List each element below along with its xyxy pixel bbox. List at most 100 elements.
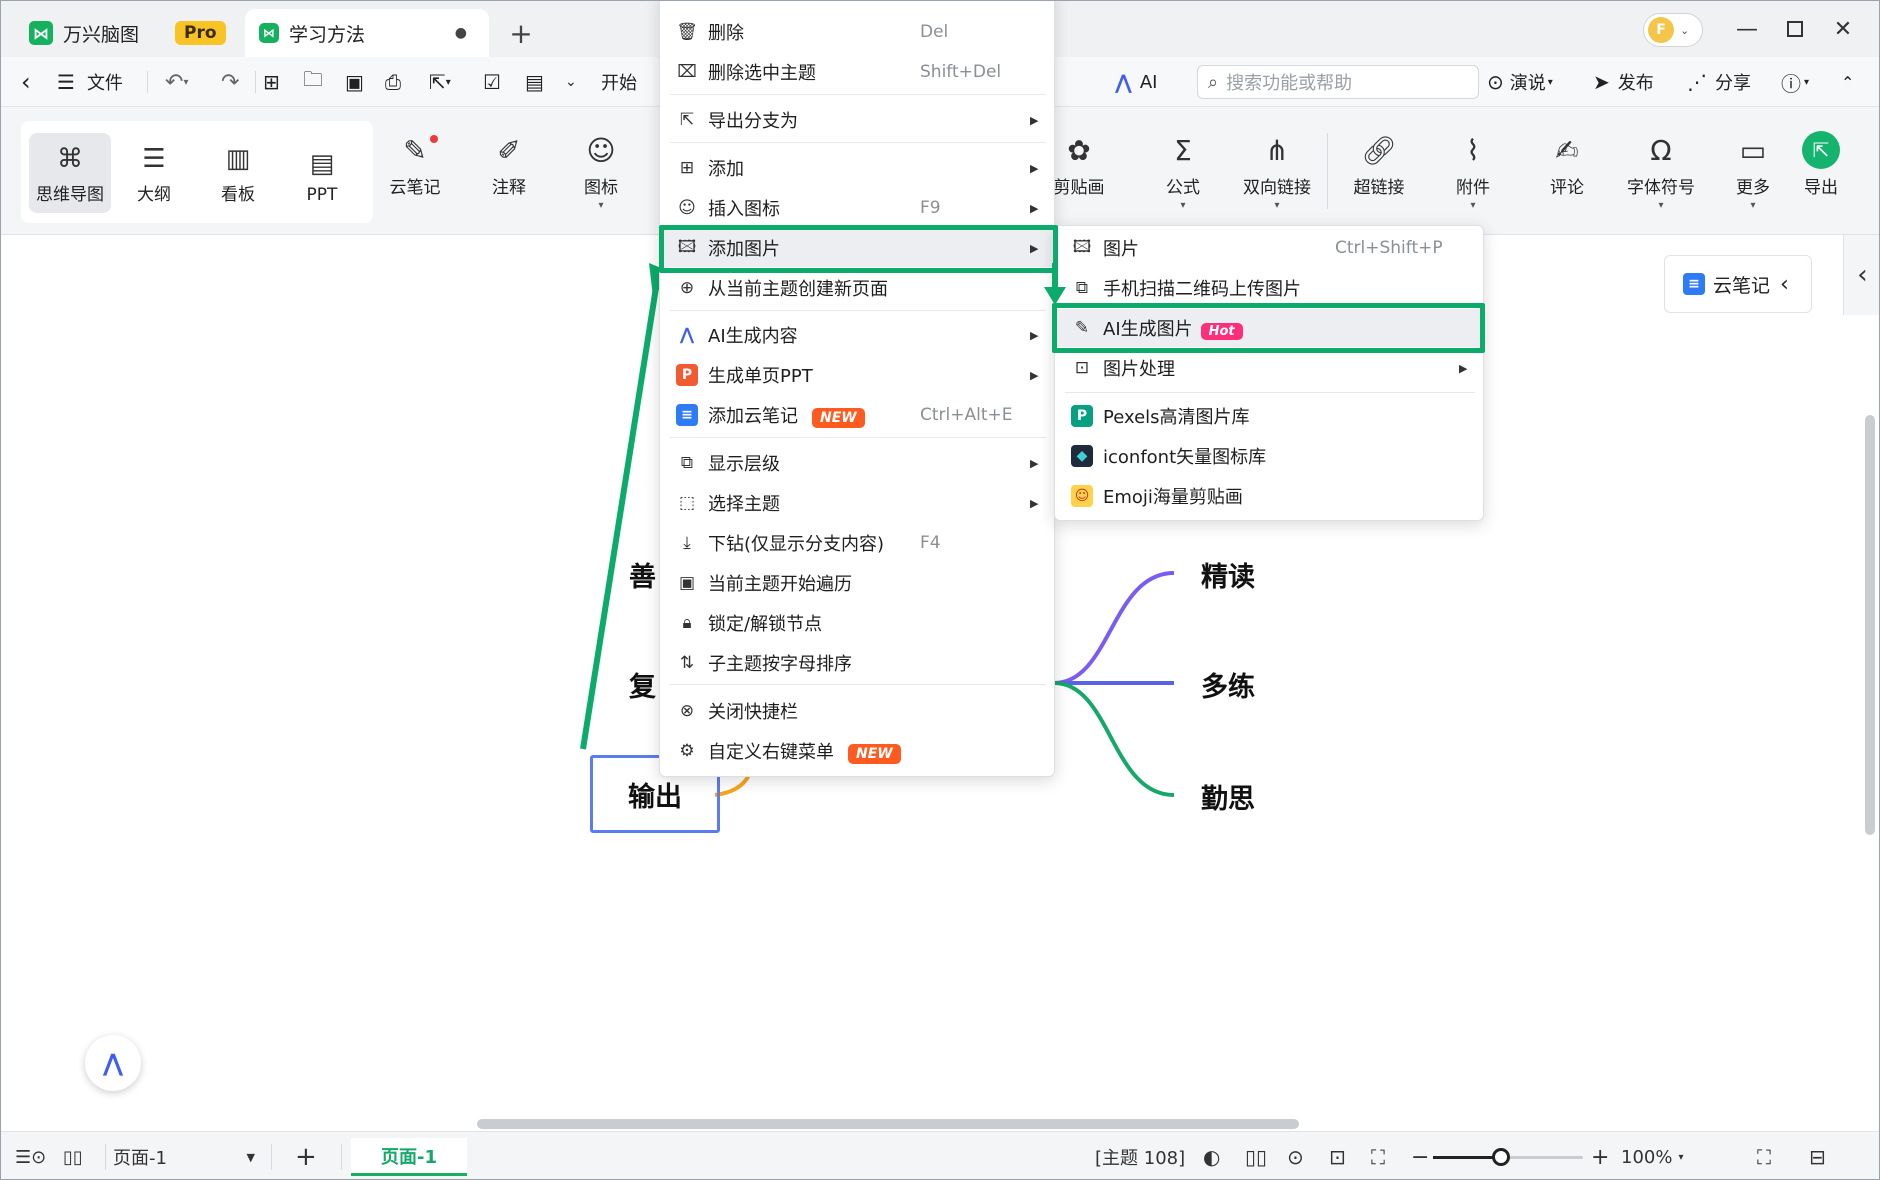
vertical-scrollbar[interactable] (1865, 415, 1875, 835)
submenu-item-iconfont[interactable]: ◆ iconfont矢量图标库 (1055, 437, 1485, 475)
export-button[interactable]: ⇱ 导出 (1781, 127, 1861, 219)
topic-node-fu[interactable]: 复 (629, 665, 656, 704)
outline-location-icon[interactable]: ☰⊙ (15, 1142, 46, 1172)
save-icon[interactable]: ▣ (345, 65, 364, 99)
focus-icon[interactable]: ⛶ (1371, 1142, 1385, 1172)
menu-item-lock[interactable]: 🔒︎ 锁定/解锁节点 (660, 604, 1056, 642)
back-icon[interactable]: ‹ (21, 65, 31, 99)
menu-item-new-page[interactable]: ⊕ 从当前主题创建新页面 (660, 269, 1056, 307)
file-menu-button[interactable]: ☰ 文件 (57, 65, 123, 99)
menu-item-drill-down[interactable]: ⤓ 下钻(仅显示分支内容) F4 (660, 524, 1056, 562)
play-icon[interactable]: ⊙ (1287, 1142, 1304, 1172)
collapse-ribbon-icon[interactable]: ⌃ (1841, 65, 1854, 99)
fullscreen-icon[interactable]: ⛶ (1757, 1142, 1771, 1172)
view-label: 大纲 (137, 185, 171, 205)
ai-assistant-float-icon[interactable]: ⋀ (85, 1035, 141, 1091)
app-tab[interactable]: ⋈ 万兴脑图 Pro (19, 9, 239, 57)
start-tab[interactable]: 开始 (601, 65, 637, 99)
present-button[interactable]: ⊙ 演说 ▾ (1487, 65, 1553, 99)
menu-item-select-topic[interactable]: ⬚ 选择主题 ▶ (660, 484, 1056, 522)
collapse-icon[interactable]: ⌄ (565, 65, 577, 99)
ai-button[interactable]: ⋀ AI (1115, 65, 1157, 99)
topic-node-jingdu[interactable]: 精读 (1201, 555, 1255, 594)
zoom-slider[interactable] (1433, 1148, 1583, 1166)
formula-button[interactable]: Σ 公式 ▾ (1143, 127, 1223, 219)
page-select[interactable]: 页面-1 ▼ (113, 1142, 263, 1172)
menu-item-show-level[interactable]: ⧉ 显示层级 ▶ (660, 444, 1056, 482)
menu-item-insert-icon[interactable]: ☺ 插入图标 F9 ▶ (660, 189, 1056, 227)
topic-node-duolian[interactable]: 多练 (1201, 665, 1255, 704)
divider (341, 1144, 342, 1170)
export-share-icon[interactable]: ⇱ ▾ (429, 65, 451, 99)
book-icon[interactable]: ▯▯ (1245, 1142, 1267, 1172)
bilink-button[interactable]: ⋔ 双向链接 ▾ (1237, 127, 1317, 219)
menu-item-single-ppt[interactable]: P 生成单页PPT ▶ (660, 356, 1056, 394)
view-kanban[interactable]: ▥ 看板 (197, 133, 279, 213)
split-view-icon[interactable]: ⊟ (1809, 1142, 1826, 1172)
menu-item-export-branch[interactable]: ⇱ 导出分支为 ▶ (660, 101, 1056, 139)
undo-icon[interactable]: ↶ ▾ (165, 65, 188, 99)
view-ppt[interactable]: ▤ PPT (281, 133, 363, 213)
document-tab[interactable]: ⋈ 学习方法 ● (245, 9, 489, 57)
checkin-icon[interactable]: ☑ (483, 65, 501, 99)
zoom-in-button[interactable]: + (1591, 1142, 1609, 1172)
cloud-note-button[interactable]: ✎ 云笔记 (375, 127, 455, 219)
view-outline[interactable]: ☰ 大纲 (113, 133, 195, 213)
zoom-out-button[interactable]: − (1411, 1142, 1429, 1172)
user-avatar-button[interactable]: F ⌄ (1643, 13, 1703, 47)
page-panel-icon[interactable]: ▯▯ (63, 1142, 83, 1172)
submenu-item-image[interactable]: 🖾 图片 Ctrl+Shift+P (1055, 229, 1485, 267)
submenu-item-scan-qr[interactable]: ⧉ 手机扫描二维码上传图片 (1055, 269, 1485, 307)
menu-item-add[interactable]: ⊞ 添加 ▶ (660, 149, 1056, 187)
page-tab[interactable]: 页面-1 (351, 1138, 467, 1176)
search-box[interactable]: ⌕ 搜索功能或帮助 (1197, 65, 1479, 99)
close-window-icon[interactable]: ✕ (1823, 13, 1863, 45)
sort-icon: ⇅ (679, 653, 695, 673)
theme-toggle-icon[interactable]: ◐ (1203, 1142, 1220, 1172)
share-button[interactable]: ⋰ 分享 (1687, 65, 1751, 99)
new-file-icon[interactable]: ⊞ (263, 65, 280, 99)
submenu-item-pexels[interactable]: P Pexels高清图片库 (1055, 397, 1485, 435)
icon-button[interactable]: ☺ 图标 ▾ (561, 127, 641, 219)
menu-item-ai-content[interactable]: ⋀ AI生成内容 ▶ (660, 316, 1056, 354)
minimize-icon[interactable]: — (1727, 13, 1767, 45)
fit-icon[interactable]: ⊡ (1329, 1142, 1346, 1172)
save-as-icon[interactable]: ▤ (525, 65, 544, 99)
topic-node-shan[interactable]: 善 (629, 555, 656, 594)
menu-item-traverse[interactable]: ▣ 当前主题开始遍历 (660, 564, 1056, 602)
menu-item-custom-menu[interactable]: ⚙ 自定义右键菜单 NEW (660, 732, 1056, 770)
add-page-button[interactable]: + (295, 1142, 317, 1172)
paperclip-icon: ⌇ (1466, 133, 1480, 167)
help-icon[interactable]: ⓘ ▾ (1781, 65, 1809, 99)
maximize-icon[interactable] (1775, 13, 1815, 45)
hyperlink-button[interactable]: 🔗︎ 超链接 (1339, 127, 1419, 219)
comment-button[interactable]: ✍ 评论 (1527, 127, 1607, 219)
symbol-button[interactable]: Ω 字体符号 ▾ (1621, 127, 1701, 219)
menu-label: 手机扫描二维码上传图片 (1103, 279, 1301, 300)
submenu-item-image-process[interactable]: ⊡ 图片处理 ▶ (1055, 349, 1485, 387)
new-tab-button[interactable]: + (501, 9, 541, 57)
menu-item-add-cloud-note[interactable]: ≡ 添加云笔记 NEW Ctrl+Alt+E (660, 396, 1056, 434)
print-icon[interactable]: ⎙ (385, 65, 401, 99)
close-circle-icon: ⊗ (679, 701, 695, 721)
zoom-level-select[interactable]: 100% ▾ (1621, 1142, 1684, 1172)
unsaved-dot[interactable]: ● (455, 25, 467, 41)
zoom-slider-knob[interactable] (1491, 1148, 1510, 1166)
cloud-note-panel-button[interactable]: ≡ 云笔记 ‹ (1664, 255, 1812, 313)
annotation-button[interactable]: ✐ 注释 (469, 127, 549, 219)
divider (670, 94, 1046, 95)
topic-node-qinsi[interactable]: 勤思 (1201, 777, 1255, 816)
menu-item-delete-selected[interactable]: ⌧ 删除选中主题 Shift+Del (660, 53, 1056, 91)
attachment-button[interactable]: ⌇ 附件 ▾ (1433, 127, 1513, 219)
redo-icon[interactable]: ↷ (221, 65, 239, 99)
menu-item-delete[interactable]: 🗑︎ 删除 Del (660, 13, 1056, 51)
horizontal-scrollbar[interactable] (477, 1119, 1299, 1129)
open-folder-icon[interactable]: 🗀 (303, 65, 323, 99)
publish-button[interactable]: ➤ 发布 (1593, 65, 1654, 99)
view-mindmap[interactable]: ⌘ 思维导图 (29, 133, 111, 213)
menu-item-close-quickbar[interactable]: ⊗ 关闭快捷栏 (660, 692, 1056, 730)
submenu-item-emoji[interactable]: ☺ Emoji海量剪贴画 (1055, 477, 1485, 515)
menu-item-sort[interactable]: ⇅ 子主题按字母排序 (660, 644, 1056, 682)
pro-badge[interactable]: Pro (175, 21, 226, 45)
side-panel-toggle-icon[interactable]: ‹ (1843, 235, 1879, 315)
